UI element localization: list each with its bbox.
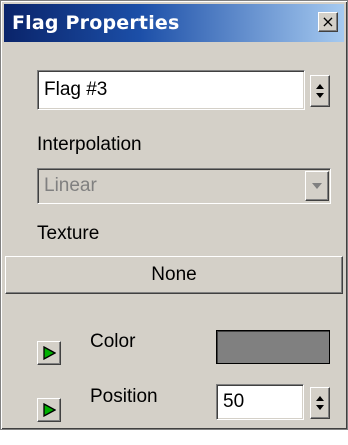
texture-label: Texture (37, 223, 100, 244)
texture-button-label: None (151, 264, 197, 285)
interpolation-selected: Linear (44, 175, 97, 196)
title-bar[interactable]: Flag Properties × (4, 4, 344, 42)
chevron-down-icon (312, 183, 322, 189)
texture-button[interactable]: None (5, 256, 343, 294)
interpolation-dropdown[interactable]: Linear (37, 168, 331, 204)
flag-name-field[interactable]: Flag #3 (37, 70, 305, 110)
flag-name-value: Flag #3 (44, 79, 108, 100)
dialog-title: Flag Properties (12, 12, 180, 34)
color-animate-button[interactable] (37, 341, 61, 365)
close-button[interactable]: × (318, 12, 338, 32)
position-value: 50 (223, 391, 245, 412)
interpolation-dropdown-button[interactable] (305, 171, 329, 201)
position-label: Position (90, 386, 158, 407)
color-swatch[interactable] (216, 330, 330, 364)
spinner-up-icon[interactable] (316, 396, 324, 401)
flag-properties-dialog: Flag Properties × Flag #3 Interpolation … (0, 0, 348, 430)
position-field[interactable]: 50 (216, 384, 304, 420)
spinner-down-icon[interactable] (316, 93, 324, 98)
animate-play-icon (43, 346, 56, 360)
close-icon: × (321, 12, 335, 31)
color-label: Color (90, 331, 136, 352)
spinner-up-icon[interactable] (316, 84, 324, 89)
interpolation-label: Interpolation (37, 134, 142, 155)
position-animate-button[interactable] (37, 398, 61, 422)
flag-name-spinner[interactable] (310, 75, 330, 107)
spinner-down-icon[interactable] (316, 405, 324, 410)
position-spinner[interactable] (310, 387, 330, 419)
animate-play-icon (43, 403, 56, 417)
